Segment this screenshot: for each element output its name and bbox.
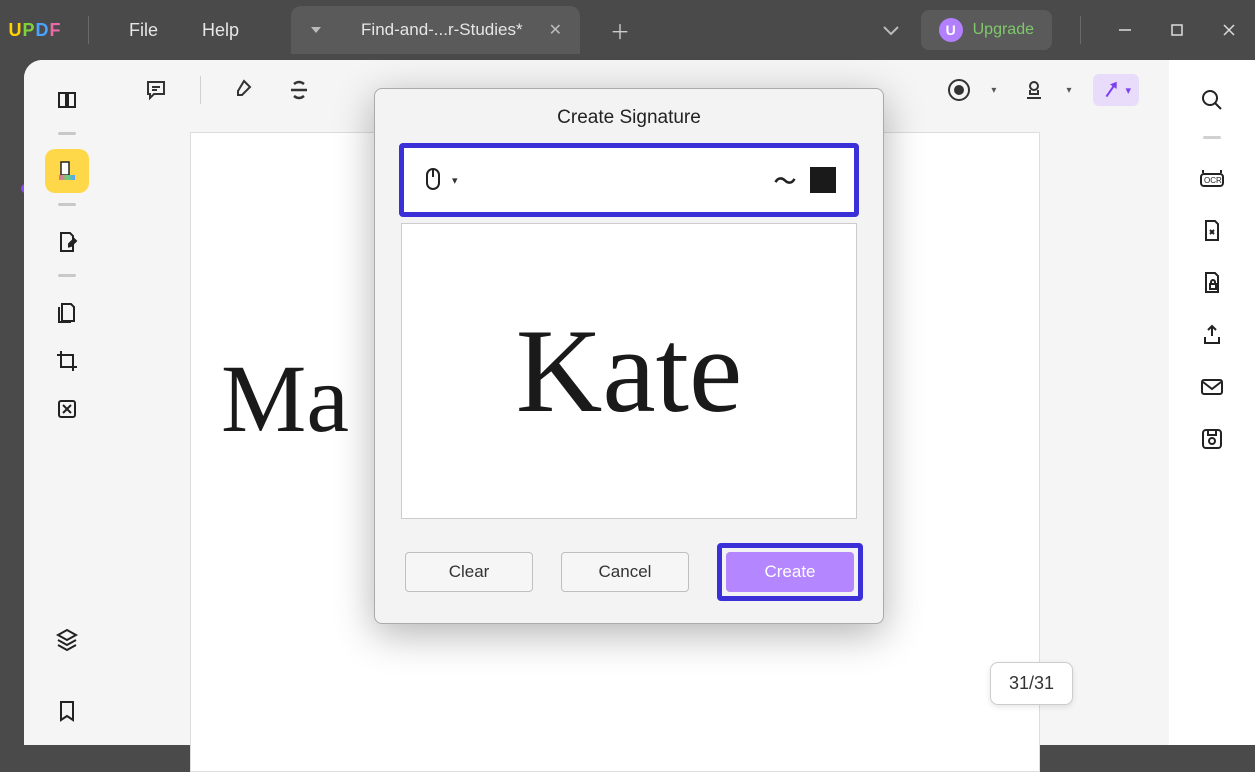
upgrade-button[interactable]: U Upgrade [921,10,1052,50]
ocr-icon[interactable]: OCR [1190,157,1234,201]
reader-mode-icon[interactable] [45,78,89,122]
drawn-signature: Kate [516,311,743,431]
stamp-icon[interactable] [1018,74,1050,106]
layers-icon[interactable] [45,617,89,661]
dropdown-caret-icon[interactable]: ▾ [1066,85,1071,96]
titlebar: UPDF File Help Find-and-...r-Studies* ✕ … [0,0,1255,60]
clear-button[interactable]: Clear [405,552,533,592]
crop-icon[interactable] [45,339,89,383]
close-window-button[interactable] [1203,0,1255,60]
dropdown-caret-icon[interactable]: ▾ [991,85,996,96]
tab-dropdown[interactable] [291,6,341,54]
rail-separator [58,203,76,206]
menu-file[interactable]: File [107,20,180,41]
search-icon[interactable] [1190,78,1234,122]
bookmark-icon[interactable] [45,689,89,733]
right-rail: OCR [1169,60,1255,745]
new-tab-button[interactable]: ＋ [600,16,640,45]
stroke-style-icon[interactable]: 〜 [774,164,796,196]
signature-canvas[interactable]: Kate [401,223,857,519]
input-mode-selector[interactable]: ▾ [422,166,458,194]
comment-mode-icon[interactable] [45,149,89,193]
rail-separator [58,274,76,277]
dropdown-caret-icon: ▾ [452,174,458,187]
separator [1080,16,1081,44]
cancel-button[interactable]: Cancel [561,552,689,592]
document-tab[interactable]: Find-and-...r-Studies* ✕ [341,6,580,54]
create-button-highlight: Create [717,543,863,601]
svg-text:OCR: OCR [1204,176,1222,185]
shape-tool-icon[interactable] [943,74,975,106]
strikeout-icon[interactable] [283,74,315,106]
save-icon[interactable] [1190,417,1234,461]
page-handwriting: Ma [221,343,349,454]
highlighter-icon[interactable] [229,74,261,106]
share-icon[interactable] [1190,313,1234,357]
signature-toolbar: ▾ 〜 [404,148,854,212]
create-signature-dialog: Create Signature ▾ 〜 Kate Clear Cancel C… [374,88,884,624]
color-swatch[interactable] [810,167,836,193]
rail-separator [58,132,76,135]
rail-separator [1203,136,1221,139]
close-tab-icon[interactable]: ✕ [549,20,562,40]
tab-title: Find-and-...r-Studies* [361,20,523,40]
menu-help[interactable]: Help [180,20,261,41]
organize-icon[interactable] [45,387,89,431]
pages-icon[interactable] [45,291,89,335]
upgrade-label: Upgrade [973,21,1034,39]
maximize-button[interactable] [1151,0,1203,60]
separator [200,76,201,104]
email-icon[interactable] [1190,365,1234,409]
signature-tool-button[interactable]: ▾ [1093,74,1139,106]
left-rail [24,60,110,745]
dialog-title: Create Signature [375,89,883,143]
user-avatar: U [939,18,963,42]
minimize-button[interactable] [1099,0,1151,60]
dialog-buttons: Clear Cancel Create [375,543,883,601]
protect-icon[interactable] [1190,261,1234,305]
create-button[interactable]: Create [726,552,854,592]
convert-icon[interactable] [1190,209,1234,253]
tab-overflow-icon[interactable] [861,24,921,36]
edit-mode-icon[interactable] [45,220,89,264]
page-indicator[interactable]: 31/31 [990,662,1073,705]
note-icon[interactable] [140,74,172,106]
separator [88,16,89,44]
dropdown-caret-icon: ▾ [1125,84,1131,97]
app-logo: UPDF [0,20,70,41]
signature-toolbar-highlight: ▾ 〜 [399,143,859,217]
